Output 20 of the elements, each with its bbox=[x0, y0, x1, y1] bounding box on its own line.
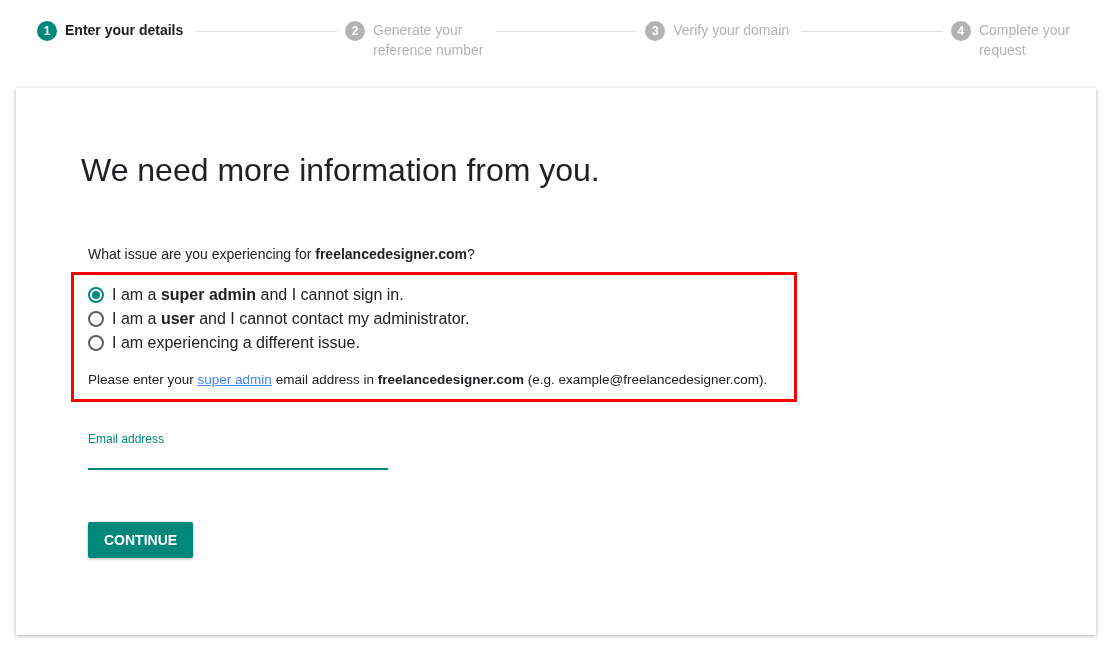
help-text: Please enter your super admin email address in freelancedesigner.com (e.g. example@freelancedesigner.com). bbox=[88, 371, 768, 389]
step-number: 3 bbox=[645, 21, 666, 41]
radio-button[interactable] bbox=[88, 287, 104, 303]
page-heading: We need more information from you. bbox=[81, 151, 600, 190]
step-number: 4 bbox=[950, 21, 971, 41]
step-number: 1 bbox=[37, 21, 57, 41]
step-label: Complete your request bbox=[978, 21, 1070, 60]
radio-button[interactable] bbox=[88, 311, 104, 327]
step-label: Generate your reference number bbox=[373, 21, 484, 60]
question-text: What issue are you experiencing for freelancedesigner.com? bbox=[88, 246, 475, 262]
step-label: Enter your details bbox=[65, 21, 184, 40]
radio-button[interactable] bbox=[88, 335, 104, 351]
step-label: Verify your domain bbox=[673, 21, 790, 40]
option-label[interactable]: I am a user and I cannot contact my administrator. bbox=[112, 309, 470, 329]
super-admin-link[interactable]: super admin bbox=[197, 372, 272, 387]
option-label[interactable]: I am a super admin and I cannot sign in. bbox=[112, 285, 404, 305]
option-label[interactable]: I am experiencing a different issue. bbox=[112, 333, 360, 353]
continue-button[interactable]: CONTINUE bbox=[88, 522, 194, 558]
step-number: 2 bbox=[345, 21, 365, 41]
email-field[interactable]: Email address bbox=[88, 432, 388, 470]
